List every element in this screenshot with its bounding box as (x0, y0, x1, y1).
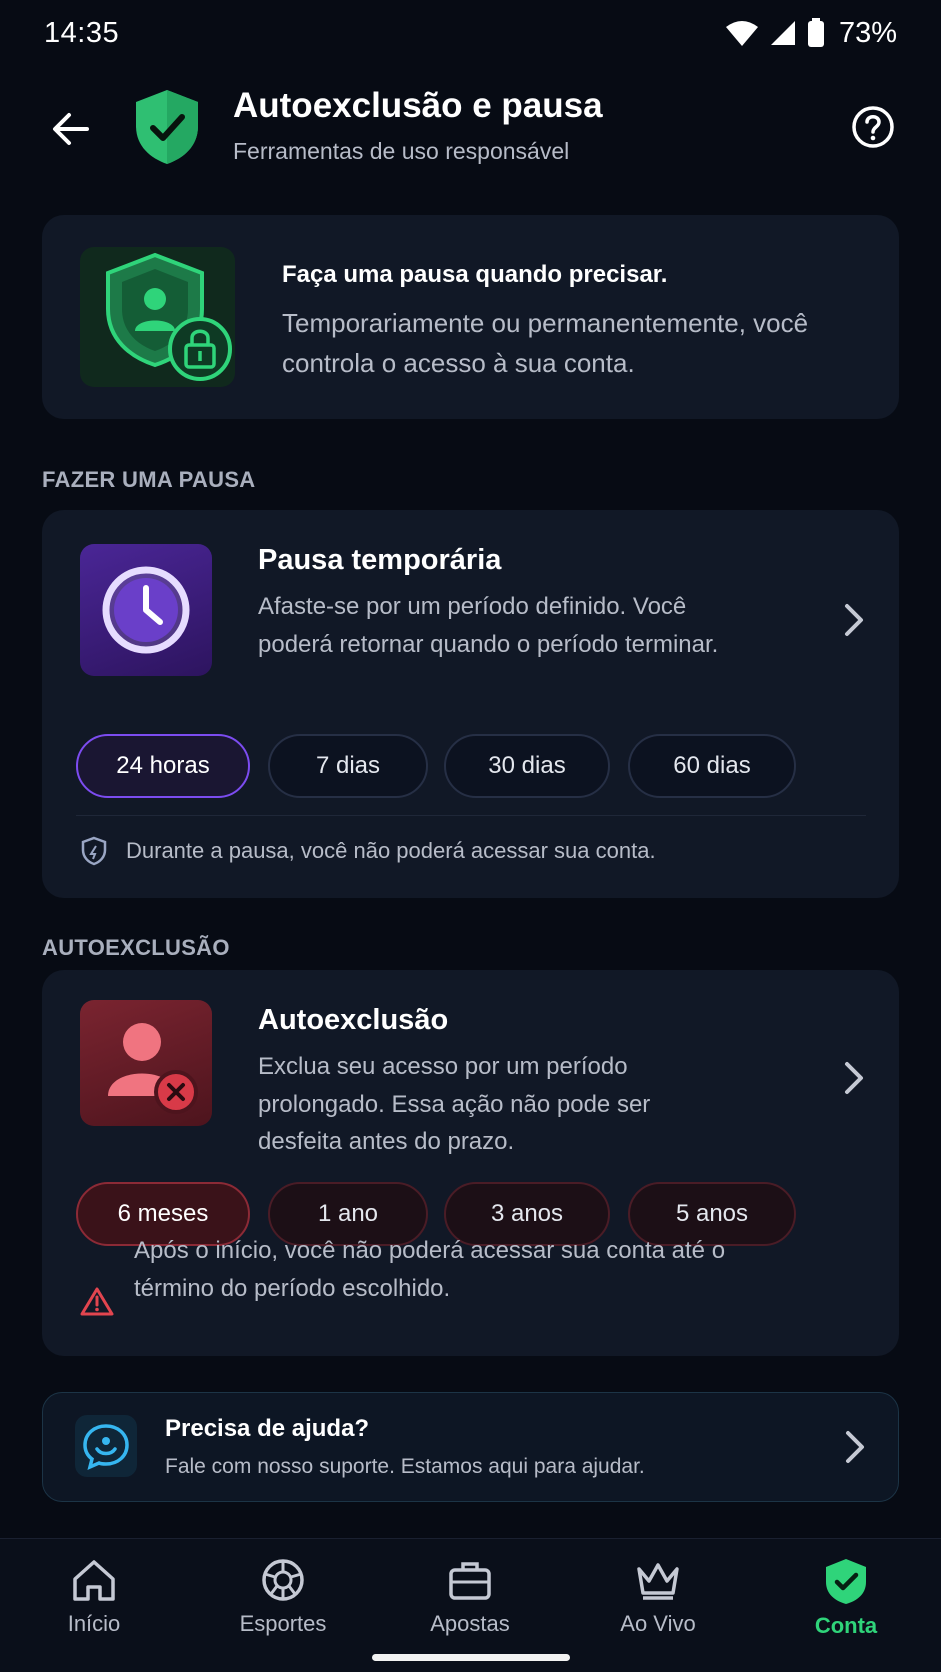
support-card[interactable]: Precisa de ajuda? Fale com nosso suporte… (42, 1392, 899, 1502)
home-indicator[interactable] (372, 1654, 570, 1661)
cellular-icon (770, 21, 795, 45)
chevron-right-icon[interactable] (838, 1058, 868, 1098)
battery-percentage: 73% (838, 16, 897, 49)
bottom-navigation: Início Esportes Apostas Ao Vivo Conta (0, 1538, 941, 1672)
status-bar: 14:35 73% (0, 0, 941, 66)
pause-description: Afaste-se por um período definido. Você … (258, 593, 719, 658)
divider (76, 815, 866, 816)
nav-label: Conta (814, 1613, 878, 1638)
status-time: 14:35 (44, 16, 120, 49)
pause-duration-options: 24 horas 7 dias 30 dias 60 dias (76, 734, 866, 800)
briefcase-icon (449, 1562, 491, 1600)
section-label-pause: FAZER UMA PAUSA (42, 467, 256, 492)
nav-label: Ao Vivo (620, 1611, 696, 1636)
user-block-icon (80, 1000, 212, 1126)
pause-note: Durante a pausa, você não poderá acessar… (126, 838, 656, 863)
support-chat-icon (75, 1415, 137, 1477)
temporary-pause-card[interactable]: Pausa temporária Afaste-se por um períod… (42, 510, 899, 898)
nav-label: Esportes (239, 1611, 327, 1636)
shield-check-icon (136, 90, 198, 164)
intro-text: Temporariamente ou permanentemente, você… (282, 308, 809, 378)
nav-item-conta[interactable]: Conta (766, 1557, 926, 1657)
shield-lock-illustration (80, 247, 235, 387)
nav-item-esportes[interactable]: Esportes (203, 1557, 363, 1657)
pause-title: Pausa temporária (258, 544, 502, 576)
chevron-right-icon[interactable] (839, 1427, 869, 1467)
app-header: Autoexclusão e pausa Ferramentas de uso … (0, 80, 941, 180)
pause-option-24-horas[interactable]: 24 horas (76, 734, 250, 798)
shield-info-icon (81, 836, 107, 866)
back-button[interactable] (48, 106, 94, 152)
arrow-left-icon (53, 113, 89, 145)
question-circle-icon (852, 106, 894, 148)
help-button[interactable] (850, 104, 896, 150)
pause-option-60-dias[interactable]: 60 dias (628, 734, 796, 798)
pause-option-7-dias[interactable]: 7 dias (268, 734, 428, 798)
exclusion-description: Exclua seu acesso por um período prolong… (258, 1053, 651, 1155)
crown-icon (637, 1563, 679, 1600)
support-title: Precisa de ajuda? (165, 1415, 370, 1442)
home-icon (73, 1560, 115, 1601)
section-label-exclusion: AUTOEXCLUSÃO (42, 935, 230, 960)
nav-label: Apostas (430, 1611, 510, 1636)
chevron-right-icon[interactable] (838, 600, 868, 640)
intro-card: Faça uma pausa quando precisar. Temporar… (42, 215, 899, 419)
support-text: Fale com nosso suporte. Estamos aqui par… (165, 1455, 645, 1478)
self-exclusion-card[interactable]: Autoexclusão Exclua seu acesso por um pe… (42, 970, 899, 1356)
ball-icon (262, 1559, 304, 1601)
clock-icon (80, 544, 212, 676)
page-subtitle: Ferramentas de uso responsável (233, 138, 570, 164)
status-icons: 73% (725, 17, 897, 50)
wifi-icon (725, 21, 758, 46)
shield-check-icon (826, 1559, 866, 1604)
warning-icon (80, 1287, 114, 1316)
exclusion-title: Autoexclusão (258, 1004, 449, 1036)
battery-icon (807, 18, 824, 47)
nav-label: Início (67, 1611, 121, 1636)
exclusion-warning: Após o início, você não poderá acessar s… (134, 1237, 726, 1302)
intro-title: Faça uma pausa quando precisar. (282, 261, 668, 288)
page-title: Autoexclusão e pausa (233, 86, 603, 125)
nav-item-inicio[interactable]: Início (14, 1557, 174, 1657)
pause-option-30-dias[interactable]: 30 dias (444, 734, 610, 798)
nav-item-apostas[interactable]: Apostas (390, 1557, 550, 1657)
nav-item-ao-vivo[interactable]: Ao Vivo (578, 1557, 738, 1657)
